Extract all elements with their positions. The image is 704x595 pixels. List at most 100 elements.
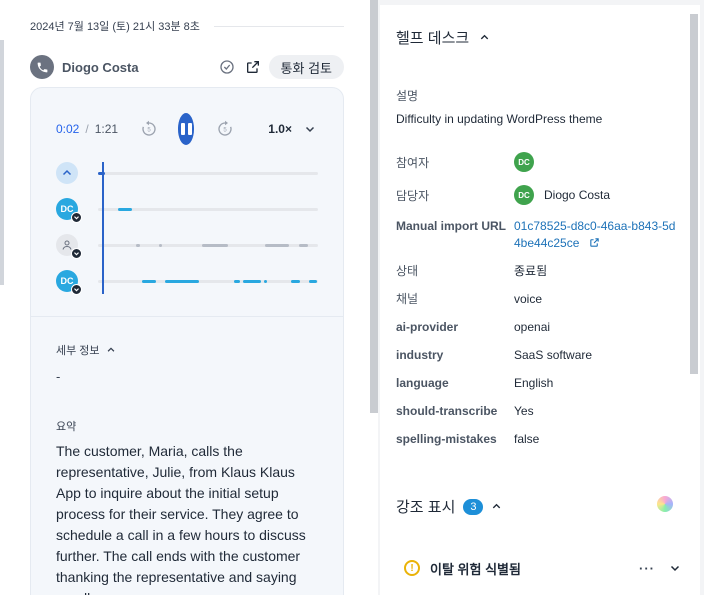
speech-segment (165, 280, 199, 283)
date-divider (213, 25, 344, 27)
playback-controls: 0:02 / 1:21 5 5 1.0× (56, 113, 316, 145)
speech-segment (234, 280, 240, 283)
summary-heading: 요약 (56, 421, 77, 433)
caller-name: Diogo Costa (62, 59, 139, 75)
highlights-heading[interactable]: 강조 표시 3 (396, 496, 502, 517)
assignee-label: 담당자 (396, 189, 430, 203)
playhead[interactable] (102, 162, 104, 294)
field-label-language: language (396, 376, 449, 390)
track-menu-icon[interactable] (71, 248, 82, 259)
speaker-tracks: DC DC (56, 162, 318, 295)
track-collapse-row (56, 162, 318, 186)
highlights-title: 강조 표시 (396, 499, 456, 516)
highlight-item-label: 이탈 위험 식별됨 (430, 561, 521, 577)
review-call-button[interactable]: 통화 검토 (268, 55, 344, 79)
details-heading[interactable]: 세부 정보 (56, 342, 116, 358)
track-menu-icon[interactable] (71, 284, 82, 295)
chevron-up-icon (107, 347, 114, 352)
warning-icon: ! (404, 560, 420, 576)
call-datetime: 2024년 7월 13일 (토) 21시 33분 8초 (30, 21, 200, 33)
chevron-up-icon (480, 34, 489, 40)
audio-player-card: 0:02 / 1:21 5 5 1.0× DC DC 세부 정보 - 요약 Th… (30, 87, 344, 595)
chevron-down-icon[interactable] (304, 123, 316, 135)
call-panel: 2024년 7월 13일 (토) 21시 33분 8초 Diogo Costa … (0, 0, 378, 595)
left-scrollbar[interactable] (370, 0, 378, 413)
participants-value: DC (514, 152, 534, 172)
right-scrollbar[interactable] (690, 14, 698, 374)
description-value: Difficulty in updating WordPress theme (396, 112, 603, 126)
field-label-industry: industry (396, 348, 444, 362)
timeline-rail[interactable] (98, 172, 318, 175)
field-label-ai-provider: ai-provider (396, 320, 459, 334)
field-label-should-transcribe: should-transcribe (396, 404, 498, 418)
total-time: 1:21 (94, 122, 119, 136)
agent-2-rail[interactable] (98, 280, 318, 283)
mark-reviewed-icon[interactable] (217, 57, 237, 77)
speech-segment (202, 244, 228, 247)
field-value-ai-provider: openai (514, 320, 551, 334)
participants-label: 참여자 (396, 156, 430, 170)
agent-rail[interactable] (98, 208, 318, 211)
url-label: Manual import URL (396, 219, 506, 233)
field-label-status: 상태 (396, 264, 419, 278)
field-label-channel: 채널 (396, 292, 419, 306)
chevron-up-icon (493, 503, 501, 509)
pause-icon (180, 123, 192, 135)
highlight-item[interactable]: ! 이탈 위험 식별됨 ··· (396, 556, 681, 580)
details-value: - (56, 369, 61, 384)
participant-avatar: DC (514, 152, 534, 172)
app-root: 2024년 7월 13일 (토) 21시 33분 8초 Diogo Costa … (0, 0, 704, 595)
highlights-count-badge: 3 (463, 498, 484, 515)
speech-segment (142, 280, 156, 283)
manual-import-url[interactable]: 01c78525-d8c0-46aa-b843-5d4be44c25ce (514, 218, 679, 252)
external-link-icon[interactable] (243, 57, 263, 77)
helpdesk-title: 헬프 데스크 (396, 30, 470, 47)
time-separator: / (85, 122, 89, 136)
track-customer (56, 234, 318, 259)
field-value-channel: voice (514, 292, 543, 306)
speech-segment (243, 280, 261, 283)
customer-rail[interactable] (98, 244, 318, 247)
assignee-name: Diogo Costa (544, 188, 611, 202)
field-label-spelling-mistakes: spelling-mistakes (396, 432, 497, 446)
phone-icon (30, 55, 54, 79)
speech-segment (136, 244, 140, 247)
speech-segment (118, 208, 132, 211)
chevron-down-icon[interactable] (669, 562, 681, 574)
field-value-should-transcribe: Yes (514, 404, 534, 418)
current-time: 0:02 (56, 122, 80, 136)
summary-text: The customer, Maria, calls the represent… (56, 443, 306, 595)
speech-segment (309, 280, 317, 283)
caller-row: Diogo Costa 통화 검토 (30, 54, 344, 80)
ai-insight-icon[interactable] (657, 496, 673, 512)
pause-button[interactable] (178, 113, 195, 145)
playback-speed[interactable]: 1.0× (268, 122, 292, 136)
more-options-icon[interactable]: ··· (639, 561, 655, 576)
speech-segment (264, 280, 267, 283)
assignee-avatar: DC (514, 185, 534, 205)
svg-text:5: 5 (224, 128, 228, 134)
external-link-icon[interactable] (589, 237, 600, 248)
field-value-industry: SaaS software (514, 348, 593, 362)
description-label: 설명 (396, 89, 419, 103)
speech-segment (299, 244, 308, 247)
field-value-spelling-mistakes: false (514, 432, 540, 446)
collapsed-side-rail[interactable] (0, 40, 4, 285)
svg-text:5: 5 (147, 128, 151, 134)
speech-segment (291, 280, 300, 283)
track-agent: DC (56, 198, 318, 223)
speech-segment (265, 244, 289, 247)
details-heading-label: 세부 정보 (56, 345, 100, 357)
field-value-language: English (514, 376, 554, 390)
rewind-5-icon[interactable]: 5 (140, 119, 158, 139)
helpdesk-heading[interactable]: 헬프 데스크 (396, 27, 490, 48)
player-divider (31, 316, 343, 317)
assignee-value: DC Diogo Costa (514, 185, 610, 205)
speech-segment (159, 244, 162, 247)
helpdesk-panel: 헬프 데스크 설명 Difficulty in updating WordPre… (380, 5, 700, 595)
chevron-up-icon (62, 169, 72, 176)
forward-5-icon[interactable]: 5 (216, 119, 234, 139)
collapse-tracks-button[interactable] (56, 162, 78, 184)
field-value-status: 종료됨 (514, 264, 548, 278)
track-menu-icon[interactable] (71, 212, 82, 223)
